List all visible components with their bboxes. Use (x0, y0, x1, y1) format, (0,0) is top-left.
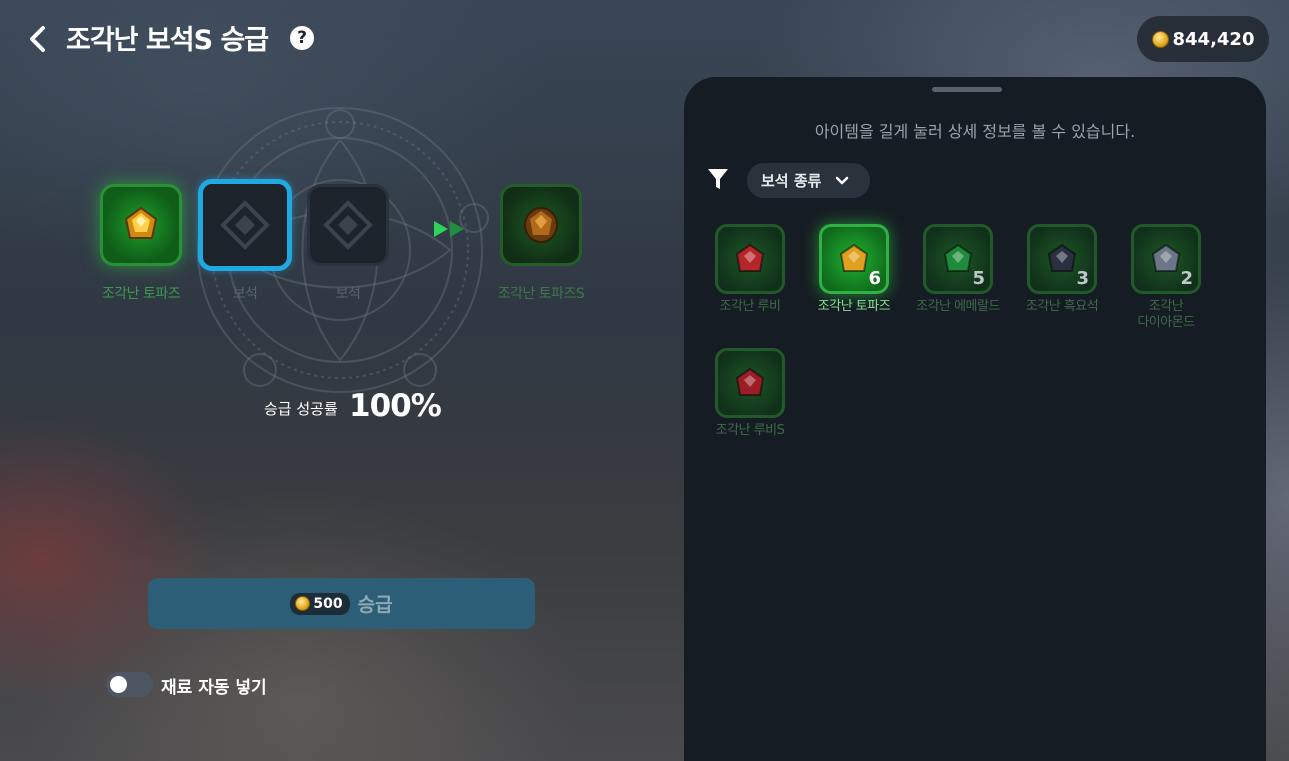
filter-icon[interactable] (706, 167, 730, 191)
obsidian-gem-icon (1047, 243, 1077, 272)
item-icon-box: 3 (1027, 224, 1097, 294)
item-name: 조각난 루비 (719, 299, 781, 314)
currency-display: 844,420 (1137, 16, 1269, 62)
diamond-gem-icon (1151, 243, 1181, 272)
inventory-hint: 아이템을 길게 눌러 상세 정보를 볼 수 있습니다. (814, 122, 1136, 141)
inventory-item[interactable]: 5 조각난 에메랄드 (903, 224, 1013, 315)
help-icon[interactable]: ? (290, 26, 314, 50)
material-slot-1[interactable] (100, 184, 182, 266)
item-count: 5 (972, 268, 985, 289)
toggle-knob (110, 676, 127, 693)
gold-coin-icon (1151, 30, 1169, 48)
currency-value: 844,420 (1172, 28, 1255, 50)
gem-placeholder-icon (323, 200, 373, 250)
inventory-item[interactable]: 3 조각난 흑요석 (1007, 224, 1117, 315)
topaz-gem-icon (839, 243, 869, 272)
result-slot (500, 184, 582, 266)
slot-1-label: 조각난 토파즈 (101, 286, 181, 302)
slot-2-label: 보석 (232, 286, 258, 302)
gem-placeholder-icon (220, 200, 270, 250)
item-icon-box: 2 (1131, 224, 1201, 294)
material-slot-2[interactable] (198, 179, 292, 271)
inventory-item[interactable]: 조각난 루비S (695, 348, 805, 439)
item-name: 조각난 흑요석 (1025, 299, 1099, 314)
item-icon-box (715, 348, 785, 418)
slot-3-label: 보석 (335, 286, 361, 302)
chevron-left-icon (30, 26, 45, 52)
auto-fill-toggle[interactable] (106, 672, 153, 697)
auto-fill-label: 재료 자동 넣기 (161, 678, 267, 698)
page-title: 조각난 보석S 승급 (66, 25, 269, 56)
back-button[interactable] (22, 22, 52, 56)
gem-type-dropdown-label: 보석 종류 (761, 172, 822, 190)
double-arrow-icon (432, 219, 468, 239)
cost-pill: 500 (290, 592, 350, 615)
item-name: 조각난 다이아몬드 (1137, 299, 1195, 330)
topaz-gem-icon (124, 206, 158, 239)
topaz-s-gem-icon (524, 207, 558, 243)
item-count: 3 (1076, 268, 1089, 289)
drag-handle[interactable] (932, 87, 1002, 92)
success-rate-label: 승급 성공률 (264, 400, 338, 418)
inventory-item[interactable]: 2 조각난 다이아몬드 (1111, 224, 1221, 331)
ruby-s-gem-icon (735, 367, 765, 396)
chevron-down-icon (836, 176, 849, 184)
item-icon-box: 5 (923, 224, 993, 294)
inventory-panel: 아이템을 길게 눌러 상세 정보를 볼 수 있습니다. 보석 종류 조각난 루비… (684, 77, 1266, 761)
upgrade-button-label: 승급 (357, 594, 393, 616)
item-icon-box: 6 (819, 224, 889, 294)
upgrade-button[interactable]: 500 승급 (148, 578, 535, 629)
item-count: 6 (868, 268, 881, 289)
success-rate-value: 100% (349, 388, 442, 424)
gold-coin-icon (295, 596, 311, 611)
cost-value: 500 (313, 595, 343, 612)
item-name: 조각난 토파즈 (817, 299, 891, 314)
item-name: 조각난 에메랄드 (916, 299, 1000, 314)
emerald-gem-icon (943, 243, 973, 272)
inventory-item[interactable]: 조각난 루비 (695, 224, 805, 315)
gem-type-dropdown[interactable]: 보석 종류 (747, 163, 870, 198)
item-name: 조각난 루비S (715, 423, 785, 438)
inventory-item[interactable]: 6 조각난 토파즈 (799, 224, 909, 315)
item-count: 2 (1180, 268, 1193, 289)
result-label: 조각난 토파즈S (497, 286, 585, 302)
material-slot-3[interactable] (307, 184, 389, 266)
item-icon-box (715, 224, 785, 294)
ruby-gem-icon (735, 243, 765, 272)
